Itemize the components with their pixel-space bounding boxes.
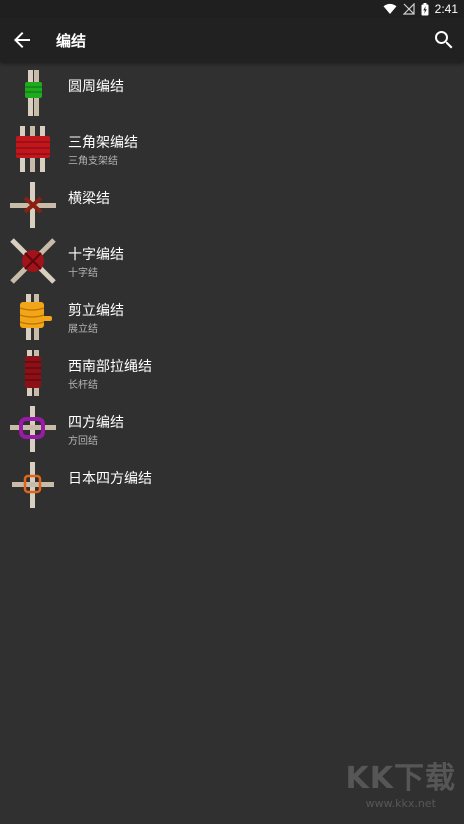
west-country-lashing-thumbnail — [25, 350, 41, 396]
watermark: KK下载 www.kkx.net — [346, 753, 457, 810]
no-signal-icon — [402, 3, 415, 15]
item-subtitle: 方回结 — [68, 436, 98, 447]
japanese-square-lashing-thumbnail — [12, 462, 54, 508]
list-item-round-lashing[interactable]: 圆周编结 — [0, 62, 464, 118]
list-item-square-lashing[interactable]: 横梁结 — [0, 174, 464, 230]
tripod-lashing-thumbnail — [16, 126, 50, 172]
list-item-tripod-lashing[interactable]: 三角架编结 三角支架结 — [0, 118, 464, 174]
list-item-square-cross-lashing[interactable]: 四方编结 方回结 — [0, 398, 464, 454]
item-title: 剪立编结 — [68, 303, 124, 319]
watermark-url: www.kkx.net — [365, 797, 436, 810]
knot-list: 圆周编结 三角架编结 三角支架结 横梁结 十字编结 十字结 剪立编结 展立结 西… — [0, 62, 464, 510]
battery-charging-icon — [421, 2, 429, 15]
app-bar: 编结 — [0, 18, 464, 62]
search-button[interactable] — [432, 28, 456, 52]
square-lashing-thumbnail — [10, 182, 56, 228]
round-lashing-thumbnail — [25, 70, 42, 116]
item-title: 圆周编结 — [68, 79, 124, 95]
item-title: 十字编结 — [68, 247, 124, 263]
shear-lashing-thumbnail — [19, 294, 52, 340]
watermark-logo-text: KK下载 — [345, 761, 456, 796]
page-title: 编结 — [56, 32, 87, 50]
item-title: 四方编结 — [68, 415, 124, 431]
square-cross-lashing-thumbnail — [10, 406, 56, 452]
list-item-shear-lashing[interactable]: 剪立编结 展立结 — [0, 286, 464, 342]
item-subtitle: 三角支架结 — [68, 156, 118, 167]
list-item-japanese-square-lashing[interactable]: 日本四方编结 — [0, 454, 464, 510]
status-bar: 2:41 — [0, 0, 464, 18]
item-title: 横梁结 — [68, 191, 110, 207]
item-subtitle: 长杆结 — [68, 380, 98, 391]
item-subtitle: 展立结 — [68, 324, 98, 335]
diagonal-lashing-thumbnail — [10, 238, 56, 284]
item-title: 西南部拉绳结 — [68, 359, 152, 375]
item-title: 三角架编结 — [68, 135, 138, 151]
item-title: 日本四方编结 — [68, 471, 152, 487]
list-item-west-country-lashing[interactable]: 西南部拉绳结 长杆结 — [0, 342, 464, 398]
wifi-icon — [383, 3, 397, 14]
search-icon — [435, 31, 453, 49]
status-time: 2:41 — [434, 2, 458, 16]
list-item-diagonal-lashing[interactable]: 十字编结 十字结 — [0, 230, 464, 286]
back-button[interactable] — [10, 28, 34, 52]
item-subtitle: 十字结 — [68, 268, 98, 279]
arrow-back-icon — [14, 32, 30, 48]
